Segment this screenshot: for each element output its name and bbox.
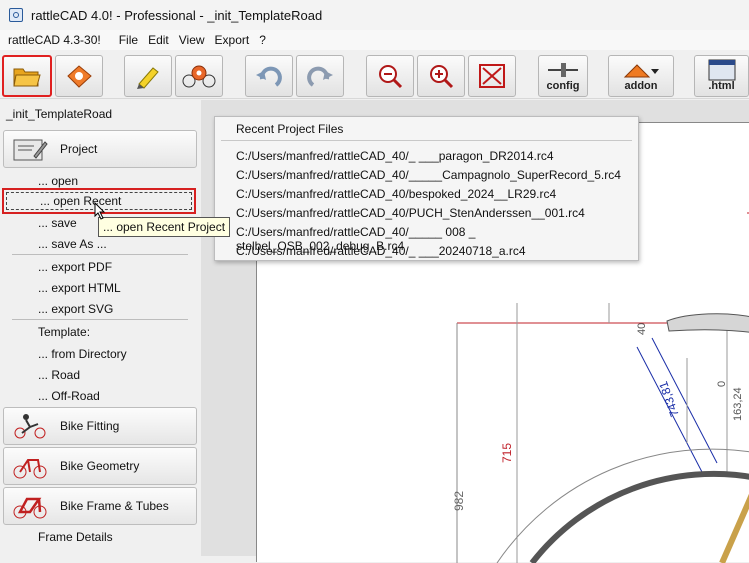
menu-save-as[interactable]: ... save As ...	[38, 237, 107, 251]
menu-export-svg[interactable]: ... export SVG	[38, 302, 113, 316]
template-label: Template:	[38, 325, 91, 339]
slider-icon	[548, 63, 578, 77]
frame-details-label: Frame Details	[38, 530, 113, 544]
frame-icon	[10, 491, 50, 521]
menu-from-directory[interactable]: ... from Directory	[38, 347, 127, 361]
project-section-label: Project	[60, 142, 98, 156]
redo-button[interactable]	[296, 55, 344, 97]
recent-file-item[interactable]: C:/Users/manfred/rattleCAD_40/PUCH_StenA…	[236, 206, 585, 220]
zoom-in-icon	[430, 65, 454, 89]
bike-frame-button[interactable]: Bike Frame & Tubes	[3, 487, 197, 525]
menu-open-recent[interactable]: ... open Recent	[40, 194, 121, 208]
menu-edit[interactable]: Edit	[148, 33, 169, 47]
dim-743-81: 743,81	[656, 379, 682, 419]
menu-export-pdf[interactable]: ... export PDF	[38, 260, 112, 274]
dim-40: 40	[636, 323, 648, 335]
divider	[12, 319, 188, 320]
window-icon	[708, 59, 735, 81]
menu-bar: rattleCAD 4.3-30! File Edit View Export …	[0, 30, 749, 50]
config-button[interactable]: config	[538, 55, 588, 97]
menu-export[interactable]: Export	[215, 33, 250, 47]
project-section-button[interactable]: Project	[3, 130, 197, 168]
html-label: .html	[708, 80, 735, 92]
toolbar: config addon .html	[0, 51, 749, 99]
divider	[12, 254, 188, 255]
version-label: rattleCAD 4.3-30!	[8, 33, 101, 47]
recent-files-menu: Recent Project Files C:/Users/manfred/ra…	[214, 116, 639, 261]
divider	[221, 140, 632, 141]
bike-settings-button[interactable]	[175, 55, 223, 97]
menu-view[interactable]: View	[179, 33, 205, 47]
menu-off-road[interactable]: ... Off-Road	[38, 389, 100, 403]
dim-163-24: 163,24	[732, 387, 744, 421]
recent-file-item[interactable]: C:/Users/manfred/rattleCAD_40/_ ___20240…	[236, 244, 526, 258]
rider-icon	[10, 411, 50, 441]
config-label: config	[546, 80, 580, 92]
recent-files-header: Recent Project Files	[236, 122, 344, 136]
dim-0: 0	[716, 381, 728, 387]
pencil-icon	[137, 67, 159, 89]
html-export-button[interactable]: .html	[694, 55, 749, 97]
menu-road[interactable]: ... Road	[38, 368, 80, 382]
menu-help[interactable]: ?	[259, 33, 266, 47]
menu-save[interactable]: ... save	[38, 216, 77, 230]
zoom-out-icon	[379, 65, 403, 89]
save-button[interactable]	[55, 55, 103, 97]
recent-file-item[interactable]: C:/Users/manfred/rattleCAD_40/_____Campa…	[236, 168, 621, 182]
bike-geometry-label: Bike Geometry	[60, 459, 140, 473]
bike-gear-icon	[182, 65, 216, 88]
folder-icon	[13, 68, 41, 87]
bike-frame-label: Bike Frame & Tubes	[60, 499, 169, 513]
dim-715: 715	[500, 443, 514, 463]
recent-file-item[interactable]: C:/Users/manfred/rattleCAD_40/_ ___parag…	[236, 149, 554, 163]
fit-to-screen-button[interactable]	[468, 55, 516, 97]
bike-geometry-button[interactable]: Bike Geometry	[3, 447, 197, 485]
mouse-cursor-icon	[94, 202, 106, 220]
zoom-out-button[interactable]	[366, 55, 414, 97]
recent-file-item[interactable]: C:/Users/manfred/rattleCAD_40/bespoked_2…	[236, 187, 556, 201]
undo-icon	[256, 66, 282, 87]
sidebar: _init_TemplateRoad Project ... open ... …	[0, 100, 231, 556]
zoom-in-button[interactable]	[417, 55, 465, 97]
dim-982: 982	[452, 491, 466, 511]
undo-button[interactable]	[245, 55, 293, 97]
bike-fitting-label: Bike Fitting	[60, 419, 120, 433]
title-bar: rattleCAD 4.0! - Professional - _init_Te…	[0, 0, 749, 30]
menu-export-html[interactable]: ... export HTML	[38, 281, 121, 295]
save-disk-icon	[67, 65, 92, 88]
project-name: _init_TemplateRoad	[6, 107, 113, 121]
bike-fitting-button[interactable]: Bike Fitting	[3, 407, 197, 445]
menu-open[interactable]: ... open	[38, 174, 78, 188]
fit-screen-icon	[479, 64, 505, 88]
addon-label: addon	[624, 80, 658, 92]
app-icon	[9, 8, 23, 22]
edit-button[interactable]	[124, 55, 172, 97]
addon-button[interactable]: addon	[608, 55, 674, 97]
tooltip: ... open Recent Project	[98, 217, 231, 237]
project-icon	[10, 134, 50, 164]
window-title: rattleCAD 4.0! - Professional - _init_Te…	[31, 7, 323, 23]
geometry-icon	[10, 451, 50, 481]
open-folder-button[interactable]	[2, 55, 52, 97]
redo-icon	[307, 66, 333, 87]
menu-file[interactable]: File	[119, 33, 138, 47]
